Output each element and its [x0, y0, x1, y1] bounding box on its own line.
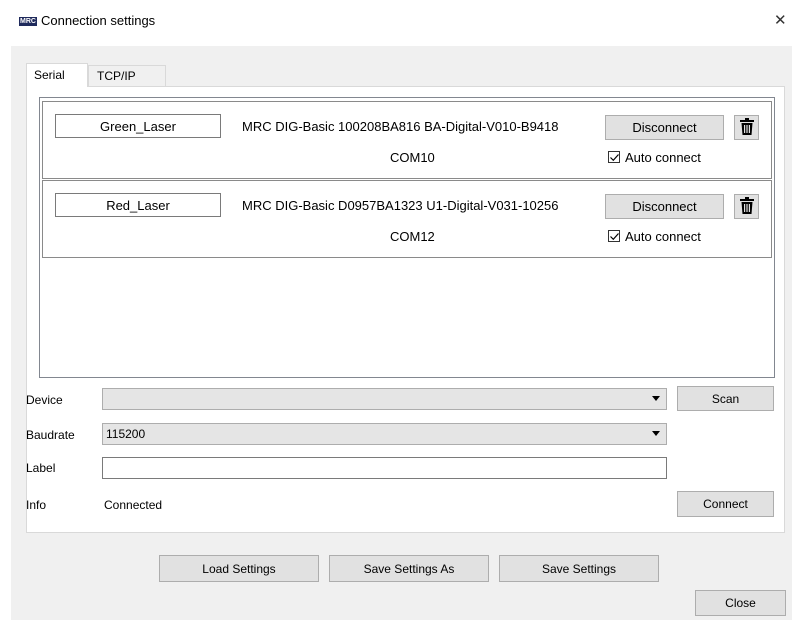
disconnect-button[interactable]: Disconnect [605, 115, 724, 140]
disconnect-button[interactable]: Disconnect [605, 194, 724, 219]
device-row-red-laser: Red_Laser MRC DIG-Basic D0957BA1323 U1-D… [42, 180, 772, 258]
device-name: MRC DIG-Basic 100208BA816 BA-Digital-V01… [242, 119, 559, 134]
baudrate-select[interactable]: 115200 [102, 423, 667, 445]
baudrate-select-value: 115200 [106, 427, 146, 441]
auto-connect-label: Auto connect [625, 150, 701, 165]
device-port: COM10 [390, 150, 435, 165]
device-field-label: Device [26, 393, 63, 407]
chevron-down-icon [652, 396, 660, 401]
delete-device-button[interactable] [734, 194, 759, 219]
tab-serial-label: Serial [34, 68, 65, 82]
auto-connect-checkbox[interactable] [608, 230, 620, 242]
device-label-box: Red_Laser [55, 193, 221, 217]
load-settings-button[interactable]: Load Settings [159, 555, 319, 582]
device-name: MRC DIG-Basic D0957BA1323 U1-Digital-V03… [242, 198, 559, 213]
delete-device-button[interactable] [734, 115, 759, 140]
label-input[interactable] [102, 457, 667, 479]
app-logo: MRC [19, 17, 37, 26]
trash-icon [739, 196, 754, 217]
device-port: COM12 [390, 229, 435, 244]
device-select[interactable] [102, 388, 667, 410]
tab-tcpip[interactable]: TCP/IP [88, 65, 166, 87]
device-label-box: Green_Laser [55, 114, 221, 138]
close-icon[interactable]: ✕ [774, 11, 787, 29]
scan-button[interactable]: Scan [677, 386, 774, 411]
info-status-text: Connected [104, 498, 163, 512]
close-button[interactable]: Close [695, 590, 786, 616]
auto-connect-label: Auto connect [625, 229, 701, 244]
tab-tcpip-label: TCP/IP [97, 69, 136, 83]
window-title: Connection settings [41, 13, 156, 28]
trash-icon [739, 117, 754, 138]
info-field-label: Info [26, 498, 47, 512]
label-field-label: Label [26, 461, 56, 475]
save-settings-as-button[interactable]: Save Settings As [329, 555, 489, 582]
baudrate-field-label: Baudrate [26, 428, 75, 442]
title-bar: MRC Connection settings ✕ [0, 0, 792, 46]
auto-connect-checkbox[interactable] [608, 151, 620, 163]
save-settings-button[interactable]: Save Settings [499, 555, 659, 582]
connect-button[interactable]: Connect [677, 491, 774, 517]
device-row-green-laser: Green_Laser MRC DIG-Basic 100208BA816 BA… [42, 101, 772, 179]
tab-serial[interactable]: Serial [26, 63, 88, 87]
chevron-down-icon [652, 431, 660, 436]
